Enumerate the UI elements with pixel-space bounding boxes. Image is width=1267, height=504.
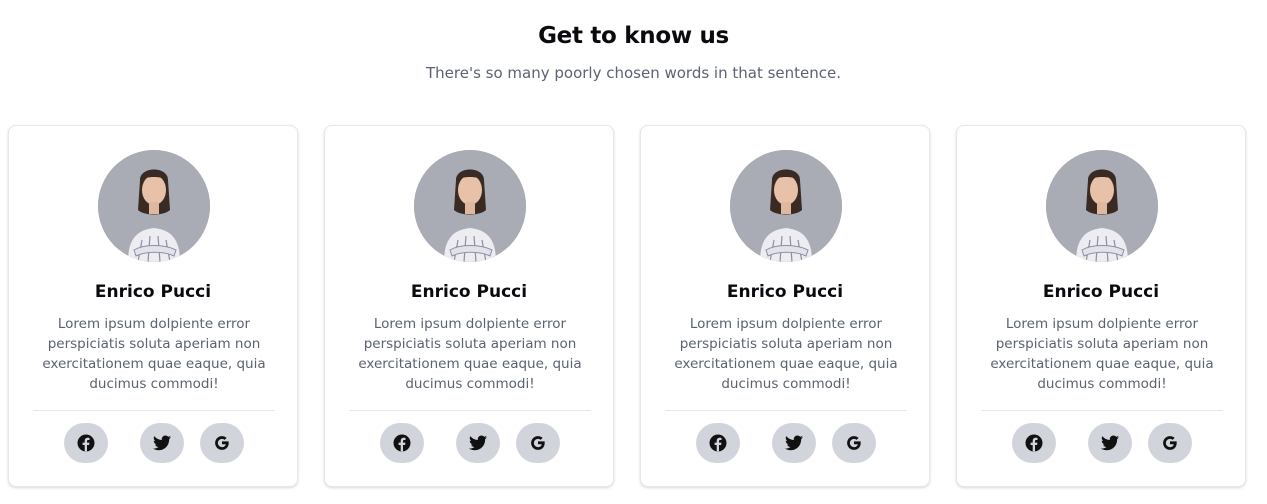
twitter-button[interactable] xyxy=(140,423,184,463)
google-button[interactable] xyxy=(200,423,244,463)
team-member-card: Enrico Pucci Lorem ipsum dolpiente error… xyxy=(8,125,298,487)
google-icon xyxy=(531,436,545,450)
team-member-card: Enrico Pucci Lorem ipsum dolpiente error… xyxy=(324,125,614,487)
divider xyxy=(665,410,907,411)
facebook-icon xyxy=(709,434,727,452)
section-subtitle: There's so many poorly chosen words in t… xyxy=(425,64,842,82)
team-member-card: Enrico Pucci Lorem ipsum dolpiente error… xyxy=(640,125,930,487)
google-button[interactable] xyxy=(516,423,560,463)
member-bio: Lorem ipsum dolpiente error perspiciatis… xyxy=(358,316,582,392)
facebook-button[interactable] xyxy=(696,423,740,463)
facebook-icon xyxy=(393,434,411,452)
twitter-icon xyxy=(153,435,171,451)
twitter-button[interactable] xyxy=(772,423,816,463)
divider xyxy=(33,410,275,411)
facebook-icon xyxy=(1025,434,1043,452)
social-links xyxy=(325,423,613,463)
avatar xyxy=(1046,150,1158,262)
twitter-icon xyxy=(1101,435,1119,451)
divider xyxy=(349,410,591,411)
facebook-icon xyxy=(77,434,95,452)
section-title: Get to know us xyxy=(538,23,729,49)
twitter-icon xyxy=(785,435,803,451)
twitter-button[interactable] xyxy=(456,423,500,463)
twitter-icon xyxy=(469,435,487,451)
member-bio: Lorem ipsum dolpiente error perspiciatis… xyxy=(42,316,266,392)
member-name: Enrico Pucci xyxy=(94,282,212,302)
member-name: Enrico Pucci xyxy=(1042,282,1160,302)
social-links xyxy=(641,423,929,463)
google-button[interactable] xyxy=(832,423,876,463)
google-icon xyxy=(1163,436,1177,450)
avatar xyxy=(414,150,526,262)
facebook-button[interactable] xyxy=(380,423,424,463)
avatar xyxy=(98,150,210,262)
google-icon xyxy=(847,436,861,450)
google-button[interactable] xyxy=(1148,423,1192,463)
member-name: Enrico Pucci xyxy=(410,282,528,302)
twitter-button[interactable] xyxy=(1088,423,1132,463)
divider xyxy=(981,410,1223,411)
google-icon xyxy=(215,436,229,450)
team-cards: Enrico Pucci Lorem ipsum dolpiente error… xyxy=(8,125,1248,487)
facebook-button[interactable] xyxy=(64,423,108,463)
member-bio: Lorem ipsum dolpiente error perspiciatis… xyxy=(990,316,1214,392)
member-bio: Lorem ipsum dolpiente error perspiciatis… xyxy=(674,316,898,392)
facebook-button[interactable] xyxy=(1012,423,1056,463)
avatar xyxy=(730,150,842,262)
member-name: Enrico Pucci xyxy=(726,282,844,302)
social-links xyxy=(9,423,297,463)
team-member-card: Enrico Pucci Lorem ipsum dolpiente error… xyxy=(956,125,1246,487)
social-links xyxy=(957,423,1245,463)
